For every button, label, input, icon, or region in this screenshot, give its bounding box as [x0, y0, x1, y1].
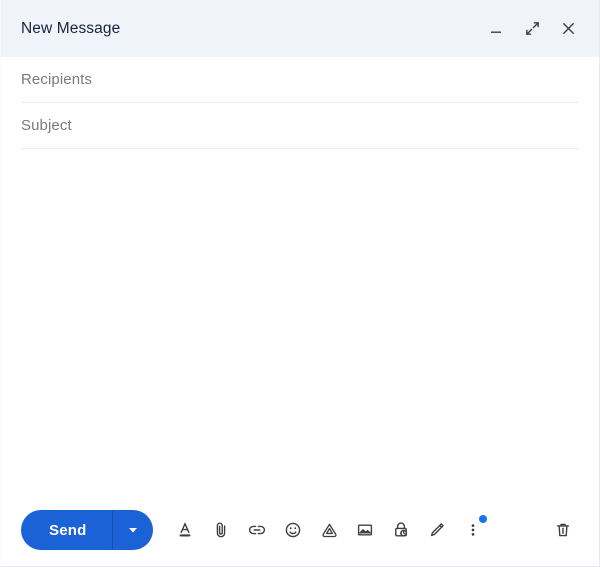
- link-glyph: [249, 525, 266, 535]
- message-body[interactable]: [1, 149, 599, 504]
- expand-icon[interactable]: [519, 16, 545, 42]
- insert-link-icon[interactable]: [239, 512, 275, 548]
- minimize-glyph: [491, 31, 501, 33]
- insert-photo-icon[interactable]: [347, 512, 383, 548]
- recipients-placeholder: Recipients: [21, 71, 93, 88]
- send-button[interactable]: Send: [21, 510, 114, 550]
- recipients-field[interactable]: Recipients: [21, 57, 579, 103]
- insert-emoji-icon[interactable]: [275, 512, 311, 548]
- compose-window: New Message Recipients Subject Send: [0, 0, 600, 567]
- subject-placeholder: Subject: [21, 117, 72, 134]
- discard-draft-icon[interactable]: [545, 512, 581, 548]
- subject-field[interactable]: Subject: [21, 103, 579, 149]
- window-controls: [483, 16, 581, 42]
- insert-drive-icon[interactable]: [311, 512, 347, 548]
- insert-signature-icon[interactable]: [419, 512, 455, 548]
- send-options-caret-icon[interactable]: [113, 510, 153, 550]
- minimize-icon[interactable]: [483, 16, 509, 42]
- kebab-glyph: [472, 524, 475, 536]
- compose-header: New Message: [1, 0, 599, 57]
- drive-glyph: [322, 523, 337, 537]
- paperclip-glyph: [217, 522, 226, 538]
- confidential-mode-icon[interactable]: [383, 512, 419, 548]
- toolbar-icons: [167, 512, 581, 548]
- formatting-glyph: [180, 522, 191, 537]
- more-options-badge: [479, 515, 488, 523]
- send-button-group: Send: [21, 510, 154, 550]
- attach-file-icon[interactable]: [203, 512, 239, 548]
- emoji-glyph: [286, 522, 301, 538]
- formatting-options-icon[interactable]: [167, 512, 203, 548]
- photo-glyph: [358, 524, 373, 536]
- close-icon[interactable]: [555, 16, 581, 42]
- compose-toolbar: Send: [1, 504, 599, 566]
- pen-glyph: [431, 523, 445, 537]
- compose-fields: Recipients Subject: [1, 57, 599, 149]
- close-glyph: [562, 23, 574, 34]
- chevron-down-glyph: [129, 528, 138, 533]
- trash-glyph: [556, 523, 570, 537]
- expand-glyph: [525, 22, 539, 35]
- lock-clock-glyph: [395, 522, 408, 537]
- compose-title: New Message: [21, 19, 121, 37]
- more-options-icon[interactable]: [455, 512, 491, 548]
